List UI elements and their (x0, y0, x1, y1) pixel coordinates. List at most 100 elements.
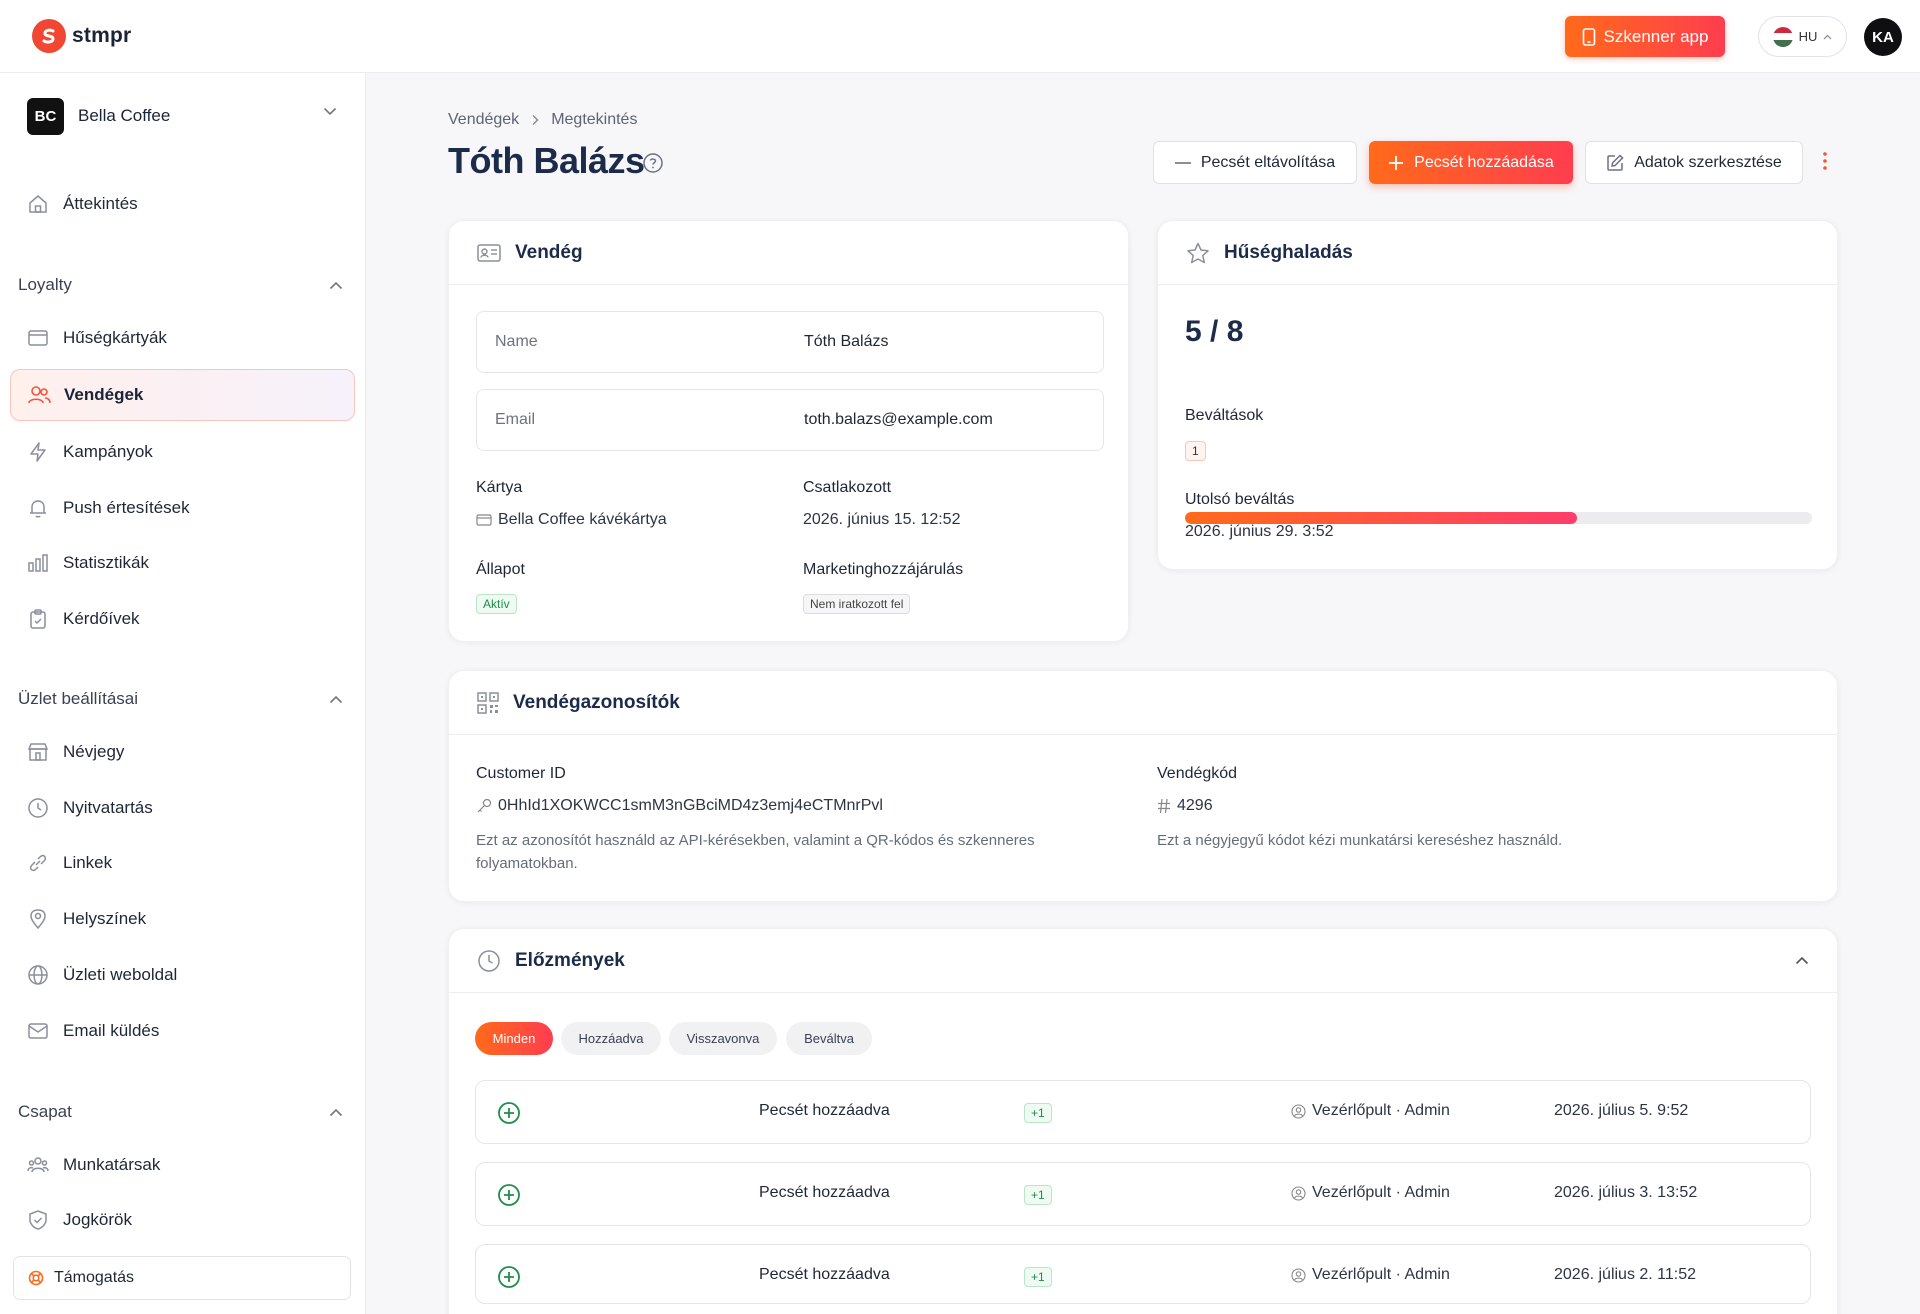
section-team[interactable]: Csapat (18, 1102, 343, 1122)
filter-all[interactable]: Minden (475, 1022, 553, 1055)
sidebar-item-label: Kampányok (63, 442, 153, 461)
loyalty-progress-card: Hűséghaladás 5 / 8 Beváltások 1 Utolsó b… (1157, 220, 1838, 570)
sidebar-item-opening-hours[interactable]: Nyitvatartás (10, 783, 355, 833)
last-redeem-value: 2026. június 29. 3:52 (1185, 523, 1334, 540)
history-label: Pecsét hozzáadva (759, 1266, 890, 1283)
guest-ids-card: Vendégazonosítók Customer ID 0HhId1XOKWC… (448, 670, 1838, 902)
help-circle-icon[interactable] (642, 152, 664, 174)
breadcrumb-guests[interactable]: Vendégek (448, 111, 519, 129)
filter-redeemed[interactable]: Beváltva (786, 1022, 872, 1055)
user-avatar[interactable]: KA (1864, 18, 1902, 56)
sidebar-item-label: Névjegy (63, 742, 125, 761)
history-delta: +1 (1024, 1103, 1052, 1123)
phone-icon (1582, 27, 1595, 46)
chevron-up-icon (1823, 34, 1832, 39)
sidebar-item-label: Vendégek (64, 385, 144, 404)
history-row[interactable]: Pecsét hozzáadva +1 Vezérlőpult · Admin … (475, 1244, 1811, 1304)
sidebar-item-roles[interactable]: Jogkörök (10, 1195, 355, 1245)
email-field: Email toth.balazs@example.com (476, 389, 1104, 451)
logo-text: stmpr (72, 24, 132, 47)
support-button[interactable]: Támogatás (13, 1256, 351, 1300)
card-header: Vendég (449, 221, 1128, 285)
customer-id-value[interactable]: 0HhId1XOKWCC1smM3nGBciMD4z3emj4eCTMnrPvl (476, 797, 883, 815)
chevron-up-icon (329, 1108, 343, 1116)
sidebar-item-profile[interactable]: Névjegy (10, 727, 355, 777)
history-date: 2026. július 5. 9:52 (1554, 1102, 1689, 1119)
guest-code-help: Ezt a négyjegyű kódot kézi munkatársi ke… (1157, 832, 1563, 849)
sidebar-item-locations[interactable]: Helyszínek (10, 894, 355, 944)
sidebar-item-label: Jogkörök (63, 1210, 132, 1229)
org-switcher[interactable]: BC Bella Coffee (27, 95, 337, 137)
card-icon (476, 514, 492, 526)
sidebar-item-email[interactable]: Email küldés (10, 1006, 355, 1056)
edit-data-button[interactable]: Adatok szerkesztése (1585, 141, 1803, 184)
add-stamp-button[interactable]: Pecsét hozzáadása (1369, 141, 1573, 184)
add-stamp-label: Pecsét hozzáadása (1414, 153, 1554, 171)
sidebar-item-label: Hűségkártyák (63, 328, 167, 347)
sidebar-item-surveys[interactable]: Kérdőívek (10, 594, 355, 644)
store-icon (25, 739, 51, 765)
logo[interactable]: stmpr (32, 19, 131, 53)
guest-card: Vendég Name Tóth Balázs Email toth.balaz… (448, 220, 1129, 642)
card-title: Előzmények (515, 949, 625, 971)
sidebar-item-loyalty-cards[interactable]: Hűségkártyák (10, 313, 355, 363)
last-redeem-label: Utolsó beváltás (1185, 491, 1295, 508)
remove-stamp-button[interactable]: Pecsét eltávolítása (1153, 141, 1357, 184)
org-badge: BC (27, 97, 64, 135)
top-bar: stmpr Szkenner app HU KA (0, 0, 1920, 73)
sidebar-item-statistics[interactable]: Statisztikák (10, 538, 355, 588)
marketing-badge: Nem iratkozott fel (803, 594, 911, 614)
sidebar-item-website[interactable]: Üzleti weboldal (10, 950, 355, 1000)
bar-chart-icon (25, 550, 51, 576)
more-options-icon[interactable] (1823, 152, 1827, 170)
sidebar-item-label: Email küldés (63, 1021, 160, 1040)
sidebar-item-links[interactable]: Linkek (10, 838, 355, 888)
remove-stamp-label: Pecsét eltávolítása (1200, 153, 1336, 171)
hash-icon (1158, 798, 1170, 814)
filter-added[interactable]: Hozzáadva (561, 1022, 661, 1055)
language-selector[interactable]: HU (1758, 16, 1847, 57)
sidebar-item-label: Kérdőívek (63, 609, 140, 628)
section-business-settings[interactable]: Üzlet beállításai (18, 689, 343, 709)
qr-code-icon (477, 691, 499, 714)
key-icon (477, 798, 492, 813)
history-delta: +1 (1024, 1267, 1052, 1287)
history-source: Vezérlőpult · Admin (1291, 1184, 1450, 1202)
section-loyalty[interactable]: Loyalty (18, 275, 343, 295)
sidebar-item-staff[interactable]: Munkatársak (10, 1140, 355, 1190)
section-title: Loyalty (18, 275, 72, 294)
map-pin-icon (25, 906, 51, 932)
sidebar-item-push[interactable]: Push értesítések (10, 483, 355, 533)
id-card-icon (477, 243, 501, 263)
sidebar-item-label: Munkatársak (63, 1155, 161, 1174)
guest-code-value[interactable]: 4296 (1157, 797, 1213, 815)
customer-id-help: Ezt az azonosítót használd az API-kérése… (476, 832, 1035, 872)
card-value-text: Bella Coffee kávékártya (498, 511, 667, 528)
status-label: Állapot (476, 561, 525, 578)
history-row[interactable]: Pecsét hozzáadva +1 Vezérlőpult · Admin … (475, 1162, 1811, 1226)
shield-check-icon (25, 1207, 51, 1233)
clock-icon (477, 949, 501, 973)
sidebar-item-guests[interactable]: Vendégek (10, 369, 355, 421)
history-date: 2026. július 3. 13:52 (1554, 1184, 1698, 1201)
sidebar-item-label: Nyitvatartás (63, 798, 153, 817)
card-header[interactable]: Előzmények (449, 929, 1837, 993)
mail-icon (25, 1018, 51, 1044)
sidebar-item-overview[interactable]: Áttekintés (10, 179, 355, 229)
chevron-right-icon (532, 115, 539, 125)
sidebar-item-label: Üzleti weboldal (63, 965, 178, 984)
progress-text: 5 / 8 (1185, 315, 1244, 348)
sidebar-item-campaigns[interactable]: Kampányok (10, 427, 355, 477)
hungary-flag-icon (1772, 26, 1793, 47)
filter-revoked[interactable]: Visszavonva (669, 1022, 777, 1055)
email-label: Email (495, 411, 536, 428)
history-row[interactable]: Pecsét hozzáadva +1 Vezérlőpult · Admin … (475, 1080, 1811, 1144)
clipboard-check-icon (25, 606, 51, 632)
card-value: Bella Coffee kávékártya (476, 511, 667, 529)
minus-icon (1174, 161, 1191, 164)
scanner-app-button[interactable]: Szkenner app (1565, 16, 1725, 57)
name-label: Name (495, 333, 538, 350)
chevron-down-icon (323, 107, 337, 116)
name-value: Tóth Balázs (804, 333, 889, 350)
chevron-up-icon[interactable] (1795, 956, 1809, 965)
